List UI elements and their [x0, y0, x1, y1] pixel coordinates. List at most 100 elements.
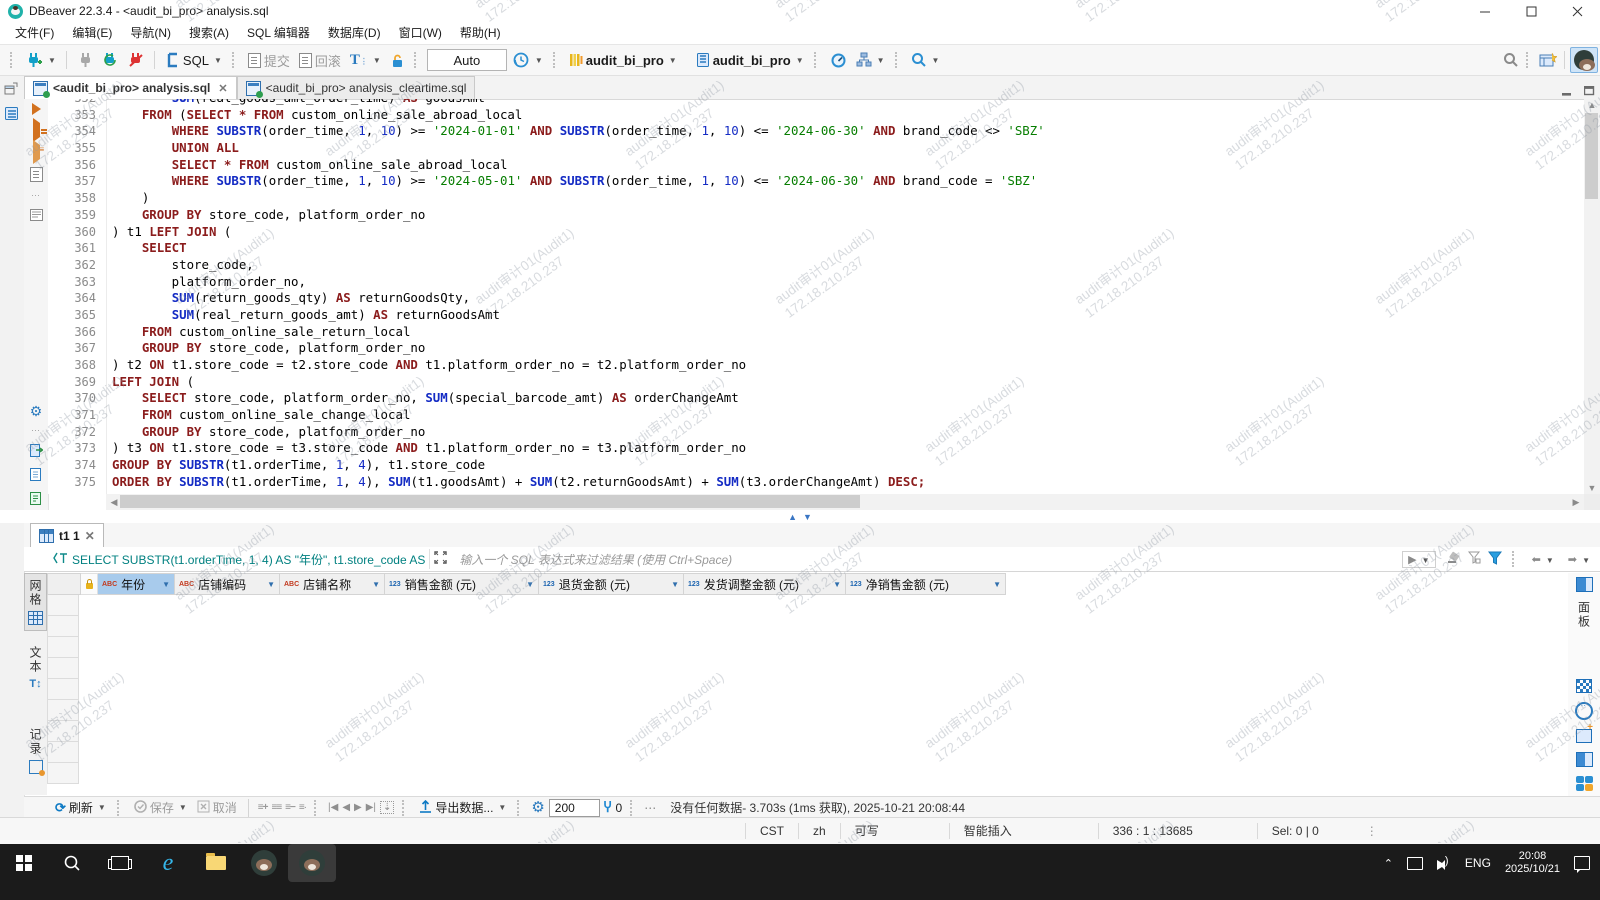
editor-vertical-scrollbar[interactable]: ▲ ▼	[1584, 99, 1600, 494]
close-button[interactable]	[1554, 0, 1600, 22]
fetch-page-icon[interactable]: ⇣	[380, 801, 395, 814]
erase-filter-icon[interactable]	[1446, 551, 1461, 567]
taskbar-clock[interactable]: 20:08 2025/10/21	[1505, 850, 1560, 876]
start-button[interactable]	[0, 844, 48, 882]
aggregate-panel-icon[interactable]	[1576, 722, 1593, 743]
row-header-3[interactable]	[47, 637, 79, 658]
commit-mode-combo[interactable]: Auto	[426, 49, 507, 71]
open-perspective-button[interactable]	[1536, 50, 1560, 71]
connect-button[interactable]	[75, 50, 96, 70]
status-caret-position[interactable]: 336 : 1 : 13685	[1099, 823, 1258, 839]
search-button[interactable]: ▼	[908, 50, 943, 70]
previous-row-icon[interactable]: ◀	[342, 802, 350, 813]
history-back-icon[interactable]: ⬅ ▼	[1532, 553, 1554, 566]
grouping-panel-icon[interactable]	[1575, 752, 1593, 767]
duplicate-row-icon[interactable]: ≡≡	[271, 802, 282, 813]
execution-plan-button[interactable]: ▼	[853, 50, 888, 70]
minimize-view-icon[interactable]	[1556, 85, 1578, 99]
maximize-view-icon[interactable]	[1578, 85, 1600, 99]
transaction-log-button[interactable]: ▼	[510, 50, 546, 71]
user-perspective-avatar[interactable]	[1570, 47, 1598, 73]
column-dropdown-icon[interactable]: ▼	[526, 580, 534, 589]
rollback-button[interactable]: 回滚	[296, 49, 344, 72]
column-dropdown-icon[interactable]: ▼	[372, 580, 380, 589]
minimize-button[interactable]	[1462, 0, 1508, 22]
presentation-tab-网格[interactable]: 网格	[24, 573, 47, 631]
last-row-icon[interactable]: ▶|	[366, 802, 376, 813]
restore-view-icon[interactable]	[4, 82, 24, 98]
editor-tab-0[interactable]: <audit_bi_pro> analysis.sql ✕	[24, 76, 237, 99]
column-header-2[interactable]: ABC 店铺名称 ▼	[280, 573, 385, 595]
horizontal-scroll-thumb[interactable]	[120, 495, 860, 508]
save-button[interactable]: 保存 ▼	[131, 797, 190, 818]
dbeaver-taskbar-button-2[interactable]	[288, 844, 336, 882]
cancel-button[interactable]: 取消	[194, 797, 240, 818]
first-row-icon[interactable]: |◀	[328, 802, 338, 813]
grid-corner-cell[interactable]	[47, 573, 81, 595]
filter-count-icon[interactable]: Ⴤ	[604, 800, 612, 816]
menu-item-1[interactable]: 编辑(E)	[63, 22, 121, 44]
sql-editor-button[interactable]: SQL ▼	[163, 50, 225, 70]
scroll-right-arrow[interactable]: ▶	[1568, 497, 1584, 508]
menu-item-0[interactable]: 文件(F)	[6, 22, 63, 44]
task-view-button[interactable]	[96, 844, 144, 882]
add-row-icon[interactable]: ≡+	[258, 802, 269, 813]
execute-statement-icon[interactable]	[31, 103, 41, 115]
filter-input[interactable]: 输入一个 SQL 表达式来过滤结果 (使用 Ctrl+Space)	[459, 551, 1398, 568]
fetch-size-input[interactable]: 200	[548, 798, 600, 817]
export-data-button[interactable]: 导出数据... ▼	[416, 797, 509, 818]
internet-explorer-button[interactable]: e	[144, 844, 192, 882]
execute-new-tab-icon[interactable]	[32, 118, 47, 142]
save-to-file-icon[interactable]	[29, 468, 43, 484]
output-panel-icon[interactable]	[29, 209, 43, 224]
apply-filter-play-icon[interactable]: ▶ ▼	[1402, 550, 1436, 568]
editor-results-sash[interactable]: ▲ ▼	[0, 510, 1600, 523]
column-header-3[interactable]: 123 销售金额 (元) ▼	[385, 573, 539, 595]
filters-menu-icon[interactable]	[1487, 551, 1502, 568]
connection-selector[interactable]: audit_bi_pro ▼	[566, 50, 680, 70]
column-header-4[interactable]: 123 退货金额 (元) ▼	[539, 573, 684, 595]
editor-settings-gear-icon[interactable]: ⚙	[30, 404, 43, 418]
taskbar-search-button[interactable]	[48, 844, 96, 882]
presentation-tab-记录[interactable]: 记录	[27, 723, 45, 779]
schema-selector[interactable]: audit_bi_pro ▼	[693, 50, 807, 70]
edit-row-icon[interactable]: ≡·	[299, 802, 307, 813]
dashboard-button[interactable]	[827, 50, 850, 71]
code-editor[interactable]: SUM(real_goods_amt_order_time) AS goodsA…	[112, 99, 1584, 494]
row-header-5[interactable]	[47, 679, 79, 700]
column-header-6[interactable]: 123 净销售金额 (元) ▼	[846, 573, 1006, 595]
maximize-button[interactable]	[1508, 0, 1554, 22]
presentation-tab-文本[interactable]: 文本 T↕	[27, 641, 44, 695]
scroll-down-arrow[interactable]: ▼	[1584, 483, 1600, 493]
lock-button[interactable]	[387, 51, 407, 70]
quick-search-icon[interactable]	[1500, 50, 1522, 70]
save-filter-icon[interactable]	[1467, 551, 1482, 567]
column-dropdown-icon[interactable]: ▼	[833, 580, 841, 589]
vertical-scroll-thumb[interactable]	[1585, 113, 1598, 199]
script-doc-icon[interactable]	[29, 492, 43, 508]
row-header-7[interactable]	[47, 721, 79, 742]
menu-item-4[interactable]: SQL 编辑器	[238, 22, 319, 44]
row-header-2[interactable]	[47, 616, 79, 637]
menu-item-7[interactable]: 帮助(H)	[451, 22, 510, 44]
row-header-6[interactable]	[47, 700, 79, 721]
new-connection-button[interactable]: ▼	[23, 50, 59, 70]
close-results-tab-icon[interactable]: ✕	[85, 529, 95, 543]
column-header-0[interactable]: ABC 年份 ▼	[98, 573, 175, 595]
volume-icon[interactable]	[1436, 855, 1451, 870]
refresh-button[interactable]: ⟳ 刷新 ▼	[52, 797, 109, 818]
execute-script-icon[interactable]: ≡	[32, 140, 44, 164]
file-explorer-button[interactable]	[192, 844, 240, 882]
explain-plan-icon[interactable]	[29, 167, 43, 182]
editor-tab-1[interactable]: <audit_bi_pro> analysis_cleartime.sql	[236, 76, 476, 99]
commit-button[interactable]: 提交	[245, 49, 293, 72]
row-header-4[interactable]	[47, 658, 79, 679]
dbeaver-taskbar-button-1[interactable]	[240, 844, 288, 882]
column-header-5[interactable]: 123 发货调整金额 (元) ▼	[684, 573, 846, 595]
history-forward-icon[interactable]: ➡ ▼	[1568, 553, 1590, 566]
menu-item-2[interactable]: 导航(N)	[121, 22, 180, 44]
scroll-up-arrow[interactable]: ▲	[1584, 100, 1600, 110]
expand-filter-icon[interactable]	[429, 549, 451, 569]
menu-item-5[interactable]: 数据库(D)	[319, 22, 390, 44]
results-tab[interactable]: t1 1 ✕	[30, 523, 104, 547]
